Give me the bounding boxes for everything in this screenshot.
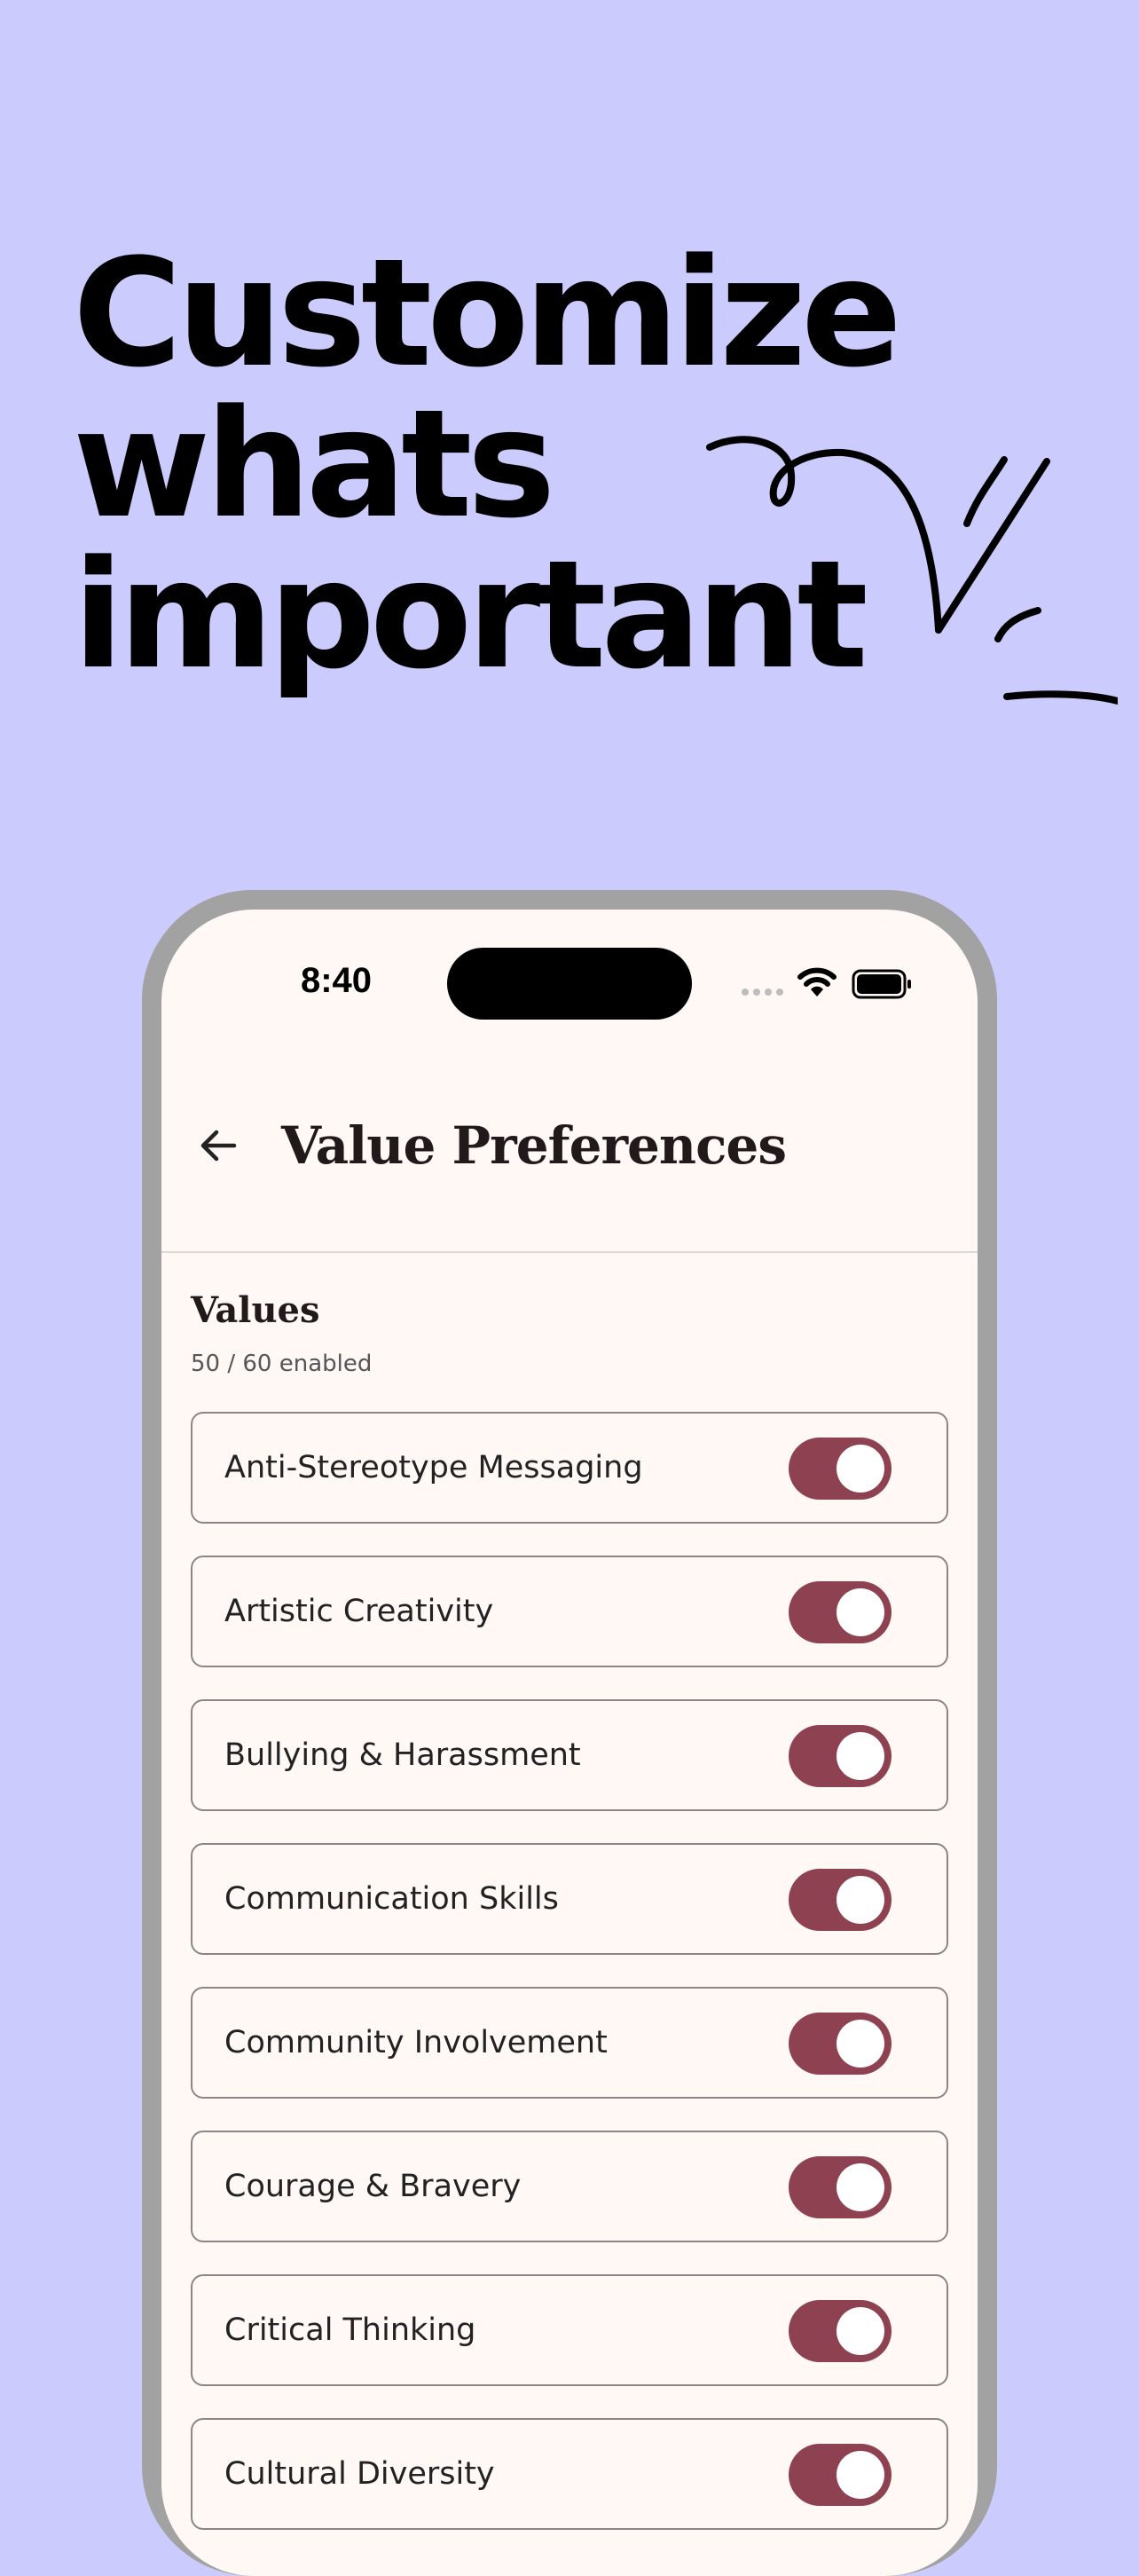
list-item: Critical Thinking	[191, 2274, 948, 2386]
list-item: Courage & Bravery	[191, 2131, 948, 2242]
list-item: Cultural Diversity	[191, 2418, 948, 2530]
headline-line-1: Customize	[73, 226, 902, 400]
battery-icon	[852, 969, 911, 999]
value-toggle[interactable]	[789, 2444, 892, 2506]
value-label: Artistic Creativity	[224, 1594, 494, 1629]
values-list: Anti-Stereotype Messaging Artistic Creat…	[191, 1412, 948, 2562]
toggle-knob	[837, 1588, 884, 1636]
header-divider	[161, 1251, 978, 1253]
squiggle-doodle-icon	[706, 436, 1118, 705]
list-item: Bullying & Harassment	[191, 1699, 948, 1811]
list-item: Anti-Stereotype Messaging	[191, 1412, 948, 1524]
section-title: Values	[191, 1289, 320, 1331]
value-toggle[interactable]	[789, 1438, 892, 1500]
value-label: Communication Skills	[224, 1881, 559, 1917]
toggle-knob	[837, 1445, 884, 1493]
toggle-knob	[837, 2163, 884, 2211]
phone-mockup: 8:40 Value Preferences Values 50 / 60 en…	[142, 890, 997, 2576]
dynamic-island	[447, 948, 692, 1020]
value-toggle[interactable]	[789, 2156, 892, 2218]
value-toggle[interactable]	[789, 1581, 892, 1643]
toggle-knob	[837, 1732, 884, 1780]
list-item: Community Involvement	[191, 1987, 948, 2099]
value-toggle[interactable]	[789, 2300, 892, 2362]
value-label: Critical Thinking	[224, 2312, 476, 2348]
value-label: Cultural Diversity	[224, 2456, 495, 2492]
toggle-knob	[837, 2307, 884, 2355]
value-toggle[interactable]	[789, 1725, 892, 1787]
list-item: Communication Skills	[191, 1843, 948, 1955]
value-toggle[interactable]	[789, 2013, 892, 2075]
cellular-signal-icon	[742, 989, 783, 996]
toggle-knob	[837, 2451, 884, 2499]
status-time: 8:40	[300, 961, 373, 1000]
value-toggle[interactable]	[789, 1869, 892, 1931]
back-arrow-icon[interactable]	[192, 1119, 245, 1172]
toggle-knob	[837, 2020, 884, 2068]
value-label: Community Involvement	[224, 2025, 608, 2060]
page-title: Value Preferences	[281, 1115, 787, 1176]
toggle-knob	[837, 1876, 884, 1924]
phone-screen: 8:40 Value Preferences Values 50 / 60 en…	[161, 910, 978, 2576]
list-item: Artistic Creativity	[191, 1556, 948, 1667]
enabled-count: 50 / 60 enabled	[191, 1351, 373, 1377]
value-label: Bullying & Harassment	[224, 1737, 581, 1773]
value-label: Anti-Stereotype Messaging	[224, 1450, 643, 1485]
wifi-icon	[797, 967, 837, 997]
value-label: Courage & Bravery	[224, 2169, 522, 2204]
